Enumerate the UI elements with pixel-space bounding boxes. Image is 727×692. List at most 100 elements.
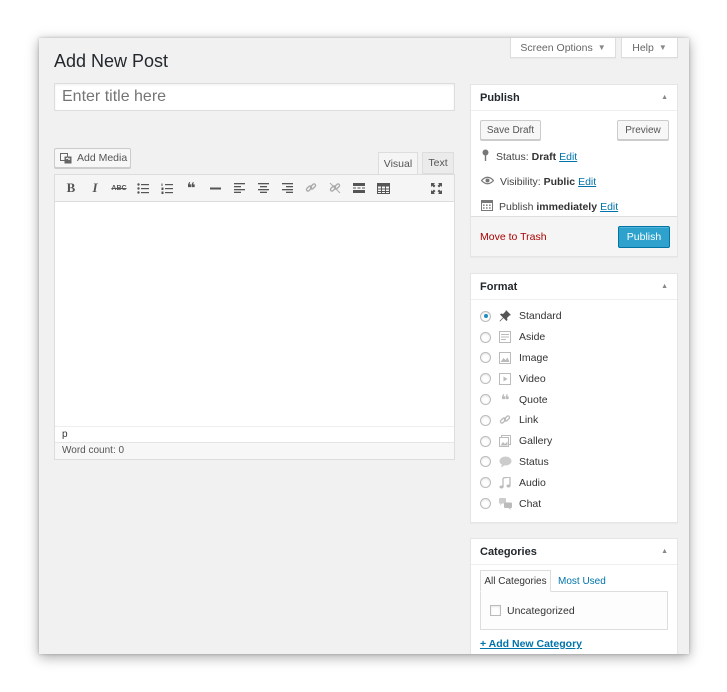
format-option-chat[interactable]: Chat [480,493,677,514]
format-option-aside[interactable]: Aside [480,327,677,348]
radio-button[interactable] [480,352,491,364]
align-left-icon[interactable] [229,178,249,198]
categories-box-header[interactable]: Categories ▲ [471,539,677,565]
publish-footer: Move to Trash Publish [471,216,677,256]
chevron-down-icon: ▼ [597,43,606,52]
toolbar-toggle-icon[interactable] [373,178,393,198]
status-value: Draft [531,150,557,163]
format-option-image[interactable]: Image [480,348,677,369]
category-tabs: All Categories Most Used [480,570,668,592]
screen-options-label: Screen Options [520,41,593,54]
format-option-quote[interactable]: ❝ Quote [480,389,677,410]
bold-icon[interactable]: B [61,178,81,198]
tab-visual[interactable]: Visual [378,152,418,174]
publish-button[interactable]: Publish [618,225,670,248]
edit-status-link[interactable]: Edit [559,151,577,163]
add-media-icon [60,152,73,164]
radio-button[interactable] [480,498,491,510]
category-label: Uncategorized [507,604,575,617]
chat-icon [497,497,513,511]
blockquote-icon[interactable]: ❝ [181,178,201,198]
publish-actions: Save Draft Preview [471,120,677,144]
format-label: Standard [519,310,562,323]
add-new-category-link[interactable]: + Add New Category [480,638,677,650]
insert-link-icon[interactable] [301,178,321,198]
format-option-video[interactable]: Video [480,368,677,389]
collapse-arrow-icon[interactable]: ▲ [661,94,668,101]
format-box: Format ▲ Standard Aside Image Video ❝ Qu… [470,273,678,523]
visibility-label: Visibility: [500,175,541,188]
quote-icon: ❝ [500,391,510,409]
format-label: Video [519,372,546,385]
format-option-standard[interactable]: Standard [480,306,677,327]
format-label: Gallery [519,435,553,448]
radio-button[interactable] [480,373,491,385]
pushpin-icon [497,309,513,323]
add-media-label: Add Media [77,152,128,164]
link-icon [497,413,513,427]
format-label: Quote [519,393,548,406]
radio-button[interactable] [480,414,491,426]
word-count: Word count: 0 [55,442,454,459]
audio-icon [497,476,513,490]
fullscreen-icon[interactable] [426,178,446,198]
editor-content-area[interactable] [55,202,454,426]
category-item[interactable]: Uncategorized [480,591,668,630]
radio-button[interactable] [480,310,491,322]
publish-box-header[interactable]: Publish ▲ [471,85,677,111]
editor-toolbar: B I ABC ❝ [55,175,454,202]
format-options: Standard Aside Image Video ❝ Quote Link … [471,300,677,514]
tab-most-used[interactable]: Most Used [558,570,606,592]
collapse-arrow-icon[interactable]: ▲ [661,548,668,555]
format-label: Audio [519,476,546,489]
calendar-icon [481,199,493,214]
eye-icon [480,176,495,188]
save-draft-button[interactable]: Save Draft [480,120,541,140]
help-label: Help [632,41,654,54]
edit-visibility-link[interactable]: Edit [578,176,596,188]
add-media-button[interactable]: Add Media [54,148,131,168]
admin-window: Screen Options ▼ Help ▼ Add New Post Add… [39,38,689,654]
read-more-icon[interactable] [349,178,369,198]
radio-button[interactable] [480,331,491,343]
align-right-icon[interactable] [277,178,297,198]
format-option-audio[interactable]: Audio [480,472,677,493]
italic-icon[interactable]: I [85,178,105,198]
format-option-status[interactable]: Status [480,452,677,473]
status-label: Status: [496,150,529,163]
help-button[interactable]: Help ▼ [621,38,678,58]
pin-icon [481,149,490,164]
format-box-header[interactable]: Format ▲ [471,274,677,300]
collapse-arrow-icon[interactable]: ▲ [661,283,668,290]
post-title-input[interactable] [54,83,455,111]
bulleted-list-icon[interactable] [133,178,153,198]
screen-options-button[interactable]: Screen Options ▼ [510,38,616,58]
strikethrough-icon[interactable]: ABC [109,178,129,198]
move-to-trash-link[interactable]: Move to Trash [480,231,547,243]
format-option-gallery[interactable]: Gallery [480,431,677,452]
format-option-link[interactable]: Link [480,410,677,431]
numbered-list-icon[interactable] [157,178,177,198]
visibility-value: Public [543,175,576,188]
radio-button[interactable] [480,435,491,447]
preview-button[interactable]: Preview [617,120,669,140]
align-center-icon[interactable] [253,178,273,198]
radio-button[interactable] [480,456,491,468]
radio-button[interactable] [480,477,491,489]
schedule-label: Publish [499,200,534,213]
remove-link-icon[interactable] [325,178,345,198]
publish-box-title: Publish [480,91,520,104]
radio-button[interactable] [480,394,491,406]
edit-schedule-link[interactable]: Edit [600,201,618,213]
format-box-title: Format [480,280,518,293]
element-path: p [55,426,454,442]
aside-icon [497,330,513,344]
format-label: Link [519,414,539,427]
format-label: Chat [519,497,542,510]
visibility-row: Visibility: Public Edit [471,169,677,194]
category-checkbox[interactable] [490,605,501,616]
page-title: Add New Post [54,51,169,71]
tab-text[interactable]: Text [422,152,454,174]
horizontal-line-icon[interactable] [205,178,225,198]
tab-all-categories[interactable]: All Categories [480,570,551,592]
